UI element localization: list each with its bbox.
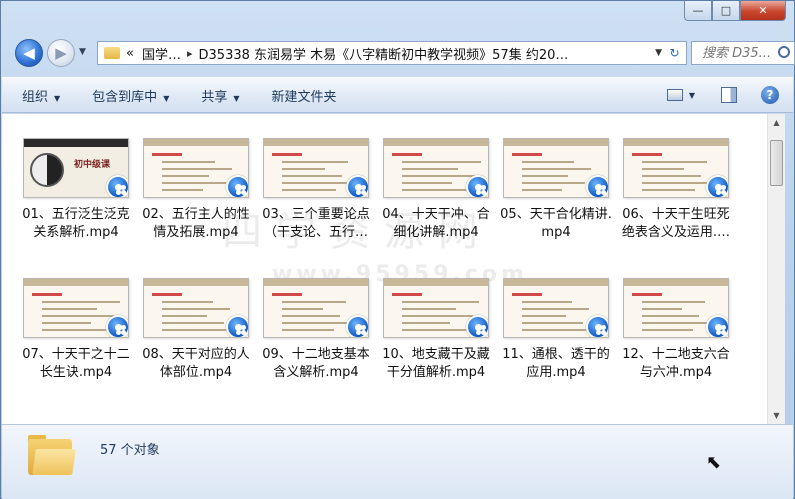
file-name[interactable]: 05、天干合化精讲.mp4 [497,206,615,242]
file-tile[interactable]: 09、十二地支基本含义解析.mp4 [256,278,376,382]
organize-menu[interactable]: 组织 ▼ [22,86,60,105]
view-options-dropdown[interactable]: ▼ [689,91,695,100]
media-player-icon [586,175,608,197]
media-player-icon [346,175,368,197]
refresh-button[interactable]: ↻ [663,41,687,65]
search-icon[interactable] [778,46,790,58]
file-grid: 初中级课 01、五行泛生泛克关系解析.mp4 02、五行主人的性情及拓展.mp4 03… [16,138,736,382]
file-name[interactable]: 02、五行主人的性情及拓展.mp4 [137,206,255,242]
share-label: 共享 [201,89,228,105]
media-player-icon [106,175,128,197]
media-player-icon [586,315,608,337]
file-tile[interactable]: 05、天干合化精讲.mp4 [496,138,616,242]
explorer-window: — □ ✕ ◀ ▶ ▼ « 国学… ▸ D35338 东润易学 木易《八字精断初… [0,0,795,499]
file-tile[interactable]: 02、五行主人的性情及拓展.mp4 [136,138,256,242]
file-name[interactable]: 04、十天干冲、合细化讲解.mp4 [377,206,495,242]
vertical-scrollbar[interactable]: ▲ ▼ [767,114,785,424]
maximize-button[interactable]: □ [712,1,740,21]
file-tile[interactable]: 07、十天干之十二长生诀.mp4 [16,278,136,382]
navigation-bar: ◀ ▶ ▼ « 国学… ▸ D35338 东润易学 木易《八字精断初中教学视频》… [11,37,795,69]
recent-pages-dropdown[interactable]: ▼ [79,47,86,57]
file-name[interactable]: 01、五行泛生泛克关系解析.mp4 [17,206,135,242]
change-view-icon[interactable] [666,89,683,101]
folder-icon [104,47,120,59]
file-tile[interactable]: 10、地支藏干及藏干分值解析.mp4 [376,278,496,382]
video-thumbnail [263,138,369,198]
media-player-icon [706,315,728,337]
scroll-up-icon[interactable]: ▲ [768,114,785,131]
video-thumbnail [623,138,729,198]
new-folder-button[interactable]: 新建文件夹 [272,86,337,105]
forward-arrow-icon: ▶ [55,44,67,62]
address-bar[interactable]: « 国学… ▸ D35338 东润易学 木易《八字精断初中教学视频》57集 约2… [97,41,667,65]
refresh-icon: ↻ [669,46,680,60]
chevron-down-icon: ▼ [54,93,61,103]
minimize-button[interactable]: — [684,1,712,21]
scrollbar-thumb[interactable] [770,140,783,186]
breadcrumb-separator[interactable]: ▸ [187,47,193,60]
file-name[interactable]: 10、地支藏干及藏干分值解析.mp4 [377,346,495,382]
media-player-icon [106,315,128,337]
media-player-icon [226,315,248,337]
preview-pane-icon[interactable] [721,87,737,103]
file-tile[interactable]: 12、十二地支六合与六冲.mp4 [616,278,736,382]
include-in-library-label: 包含到库中 [92,89,158,105]
media-player-icon [226,175,248,197]
video-thumbnail [383,138,489,198]
forward-button[interactable]: ▶ [47,39,75,67]
breadcrumb-current[interactable]: D35338 东润易学 木易《八字精断初中教学视频》57集 约20… [199,44,569,63]
view-controls: ▼ ? [666,86,779,104]
address-dropdown-icon[interactable]: ▼ [655,48,662,58]
search-box[interactable] [691,41,795,65]
mouse-cursor-icon: ⬉ [706,452,722,473]
back-button[interactable]: ◀ [15,39,43,67]
media-player-icon [346,315,368,337]
video-thumbnail [23,278,129,338]
file-tile[interactable]: 08、天干对应的人体部位.mp4 [136,278,256,382]
bagua-logo-icon [30,153,64,187]
file-name[interactable]: 12、十二地支六合与六冲.mp4 [617,346,735,382]
breadcrumb-overflow[interactable]: « [126,46,134,61]
caption-buttons: — □ ✕ [684,1,786,23]
media-player-icon [466,175,488,197]
include-in-library-menu[interactable]: 包含到库中 ▼ [92,86,169,105]
chevron-down-icon: ▼ [163,93,170,103]
video-thumbnail: 初中级课 [23,138,129,198]
organize-label: 组织 [22,89,49,105]
video-thumbnail [143,278,249,338]
share-menu[interactable]: 共享 ▼ [201,86,239,105]
file-list: 四学资源网 www.95959.com 初中级课 01、五行泛生泛克关系解析.mp… [2,114,767,424]
video-thumbnail [263,278,369,338]
video-thumbnail [383,278,489,338]
chevron-down-icon: ▼ [233,93,240,103]
file-tile[interactable]: 04、十天干冲、合细化讲解.mp4 [376,138,496,242]
item-count: 57 个对象 [100,443,160,458]
cover-title: 初中级课 [74,160,111,170]
scroll-down-icon[interactable]: ▼ [768,407,785,424]
file-name[interactable]: 11、通根、透干的应用.mp4 [497,346,615,382]
close-button[interactable]: ✕ [740,1,786,21]
details-pane: 57 个对象 ⬉ [2,424,793,499]
file-tile[interactable]: 06、十天干生旺死绝表含义及运用.… [616,138,736,242]
file-name[interactable]: 06、十天干生旺死绝表含义及运用.… [617,206,735,242]
video-thumbnail [623,278,729,338]
file-name[interactable]: 07、十天干之十二长生诀.mp4 [17,346,135,382]
file-name[interactable]: 09、十二地支基本含义解析.mp4 [257,346,375,382]
file-tile[interactable]: 11、通根、透干的应用.mp4 [496,278,616,382]
help-icon[interactable]: ? [761,86,779,104]
back-arrow-icon: ◀ [23,44,35,62]
file-tile[interactable]: 03、三个重要论点（干支论、五行… [256,138,376,242]
breadcrumb-item[interactable]: 国学… [142,44,181,63]
media-player-icon [706,175,728,197]
video-thumbnail [143,138,249,198]
video-thumbnail [503,138,609,198]
command-bar: 组织 ▼ 包含到库中 ▼ 共享 ▼ 新建文件夹 ▼ ? [2,77,793,113]
search-input[interactable] [702,45,770,61]
file-tile[interactable]: 初中级课 01、五行泛生泛克关系解析.mp4 [16,138,136,242]
file-name[interactable]: 03、三个重要论点（干支论、五行… [257,206,375,242]
media-player-icon [466,315,488,337]
folder-icon [28,435,76,475]
file-name[interactable]: 08、天干对应的人体部位.mp4 [137,346,255,382]
video-thumbnail [503,278,609,338]
